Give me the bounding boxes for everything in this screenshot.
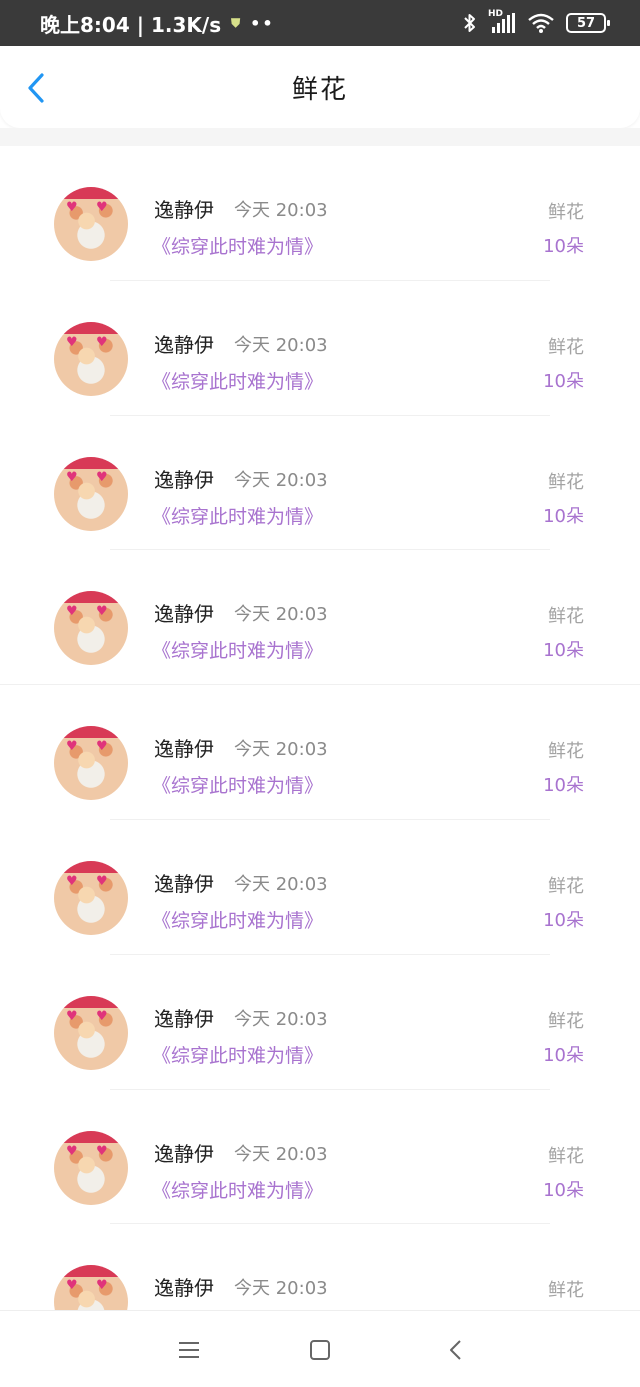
gift-type: 鲜花 <box>548 606 584 628</box>
gift-count: 10朵 <box>543 909 584 931</box>
status-right: HD 57 <box>462 0 610 46</box>
gift-count: 10朵 <box>543 1044 584 1066</box>
timestamp: 今天 20:03 <box>234 1143 328 1165</box>
gift-type: 鲜花 <box>548 471 584 493</box>
book-title-link[interactable]: 《综穿此时难为情》 <box>152 1176 323 1203</box>
gift-count: 10朵 <box>543 775 584 797</box>
gift-record-list[interactable]: ♥ ♥ 逸静伊 今天 20:03 《综穿此时难为情》 鲜花 10朵 ♥ ♥ 逸静伊 … <box>0 146 640 1310</box>
gift-type: 鲜花 <box>548 202 584 223</box>
bluetooth-icon <box>464 14 475 32</box>
list-item[interactable]: ♥ ♥ 逸静伊 今天 20:03 《综穿此时难为情》 鲜花 10朵 <box>0 685 640 820</box>
timestamp: 今天 20:03 <box>234 334 328 356</box>
user-name: 逸静伊 <box>154 332 214 357</box>
timestamp: 今天 20:03 <box>234 1008 328 1030</box>
notification-dots: •• <box>250 13 275 33</box>
avatar[interactable]: ♥ ♥ <box>54 995 128 1070</box>
wifi-icon <box>528 13 554 33</box>
user-name: 逸静伊 <box>154 1006 214 1031</box>
avatar[interactable]: ♥ ♥ <box>54 591 128 666</box>
status-left: 晚上8:04 | 1.3K/s ⛊ •• <box>40 0 275 46</box>
gift-count: 10朵 <box>543 640 584 662</box>
user-name: 逸静伊 <box>154 1141 214 1166</box>
book-title-link[interactable]: 《综穿此时难为情》 <box>152 906 323 933</box>
system-nav-bar <box>0 1310 640 1387</box>
user-name: 逸静伊 <box>154 467 214 492</box>
list-item[interactable]: ♥ ♥ 逸静伊 今天 20:03 《综穿此时难为情》 鲜花 10朵 <box>0 1090 640 1225</box>
avatar[interactable]: ♥ ♥ <box>54 726 128 801</box>
menu-icon <box>179 1342 199 1358</box>
gift-type: 鲜花 <box>548 336 584 358</box>
gift-count: 10朵 <box>543 370 584 392</box>
book-title-link[interactable]: 《综穿此时难为情》 <box>152 232 323 259</box>
user-name: 逸静伊 <box>154 602 214 627</box>
book-title-link[interactable]: 《综穿此时难为情》 <box>152 1041 323 1068</box>
home-button[interactable] <box>305 1335 335 1365</box>
list-item[interactable]: ♥ ♥ 逸静伊 今天 20:03 《综穿此时难为情》 鲜花 10朵 <box>0 955 640 1090</box>
user-name: 逸静伊 <box>154 737 214 762</box>
avatar[interactable]: ♥ ♥ <box>54 1265 128 1310</box>
status-time-speed: 晚上8:04 | 1.3K/s <box>40 12 222 37</box>
timestamp: 今天 20:03 <box>234 1278 328 1300</box>
back-triangle-icon <box>450 1340 461 1360</box>
timestamp: 今天 20:03 <box>234 200 328 221</box>
avatar[interactable]: ♥ ♥ <box>54 456 128 531</box>
book-title-link[interactable]: 《综穿此时难为情》 <box>152 502 323 529</box>
gift-type: 鲜花 <box>548 875 584 897</box>
timestamp: 今天 20:03 <box>234 739 328 761</box>
gift-count: 10朵 <box>543 505 584 527</box>
avatar[interactable]: ♥ ♥ <box>54 187 128 261</box>
list-item[interactable]: ♥ ♥ 逸静伊 今天 20:03 《综穿此时难为情》 鲜花 10朵 <box>0 281 640 416</box>
list-item[interactable]: ♥ ♥ 逸静伊 今天 20:03 鲜花 <box>0 1224 640 1310</box>
gift-count: 10朵 <box>543 236 584 257</box>
gift-type: 鲜花 <box>548 1145 584 1167</box>
network-type-label: HD <box>488 9 504 19</box>
gift-type: 鲜花 <box>548 741 584 763</box>
gift-count: 10朵 <box>543 1179 584 1201</box>
shield-icon: ⛊ <box>231 15 241 30</box>
gift-type: 鲜花 <box>548 1010 584 1032</box>
section-gap <box>0 128 640 146</box>
user-name: 逸静伊 <box>154 1276 214 1301</box>
home-square-icon <box>310 1340 330 1360</box>
timestamp: 今天 20:03 <box>234 873 328 895</box>
page-title: 鲜花 <box>291 74 348 105</box>
user-name: 逸静伊 <box>154 871 214 896</box>
book-title-link[interactable]: 《综穿此时难为情》 <box>152 367 323 394</box>
user-name: 逸静伊 <box>154 198 214 222</box>
timestamp: 今天 20:03 <box>234 604 328 626</box>
gift-type: 鲜花 <box>548 1280 584 1302</box>
header: 鲜花 <box>0 46 640 128</box>
book-title-link[interactable]: 《综穿此时难为情》 <box>152 636 323 663</box>
list-item[interactable]: ♥ ♥ 逸静伊 今天 20:03 《综穿此时难为情》 鲜花 10朵 <box>0 550 640 686</box>
avatar[interactable]: ♥ ♥ <box>54 1130 128 1205</box>
status-bar: 晚上8:04 | 1.3K/s ⛊ •• HD 57 <box>0 0 640 46</box>
book-title-link[interactable]: 《综穿此时难为情》 <box>152 771 323 798</box>
avatar[interactable]: ♥ ♥ <box>54 860 128 935</box>
battery-level: 57 <box>576 15 596 31</box>
list-item[interactable]: ♥ ♥ 逸静伊 今天 20:03 《综穿此时难为情》 鲜花 10朵 <box>0 146 640 281</box>
signal-group: HD <box>488 9 516 33</box>
list-item[interactable]: ♥ ♥ 逸静伊 今天 20:03 《综穿此时难为情》 鲜花 10朵 <box>0 820 640 955</box>
battery-icon: 57 <box>566 13 610 33</box>
system-back-button[interactable] <box>440 1335 470 1365</box>
timestamp: 今天 20:03 <box>234 469 328 491</box>
avatar[interactable]: ♥ ♥ <box>54 321 128 396</box>
list-item[interactable]: ♥ ♥ 逸静伊 今天 20:03 《综穿此时难为情》 鲜花 10朵 <box>0 416 640 551</box>
recent-apps-button[interactable] <box>174 1335 204 1365</box>
